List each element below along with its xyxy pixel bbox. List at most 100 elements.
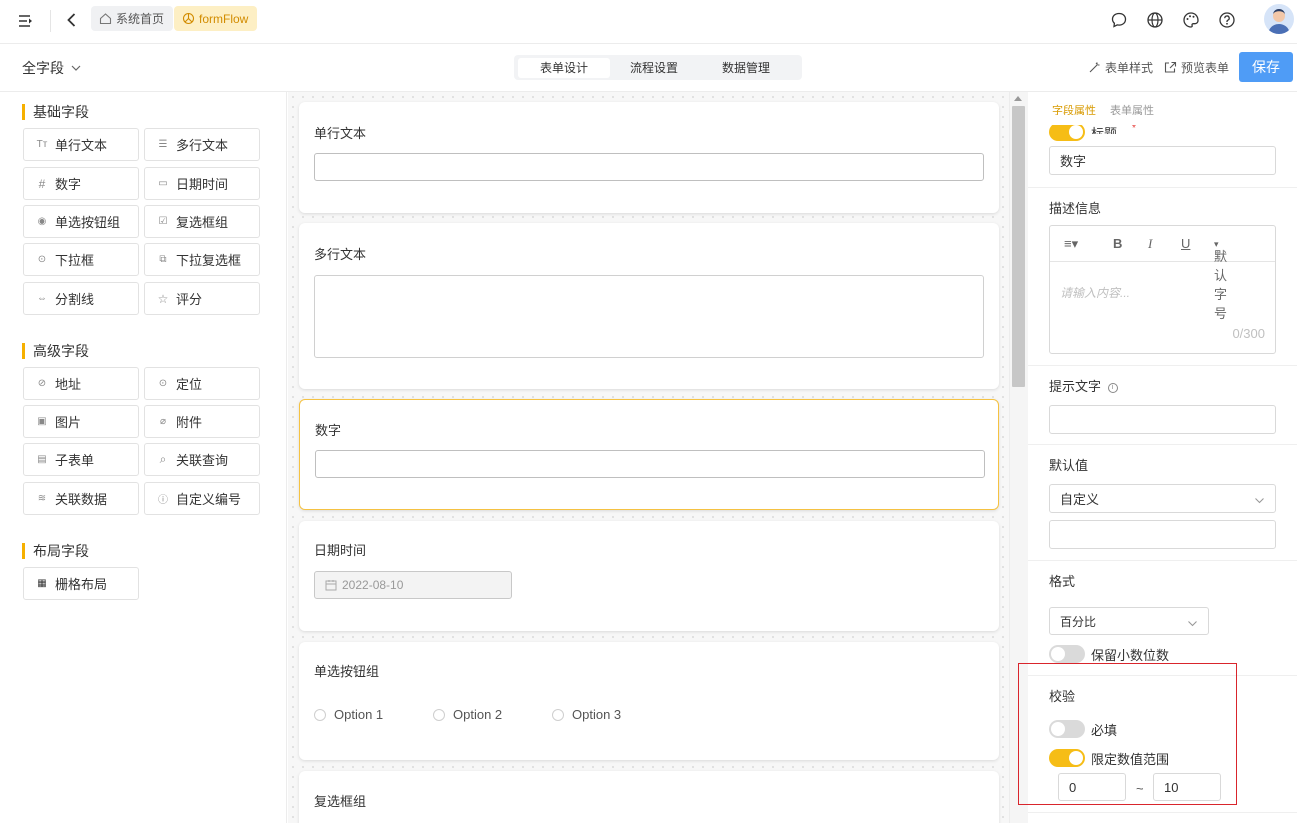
breadcrumb-home[interactable]: 系统首页 bbox=[91, 6, 174, 31]
field-grid-layout[interactable]: ▦ 栅格布局 bbox=[23, 567, 139, 600]
multi-line-textarea[interactable] bbox=[314, 275, 984, 358]
radio-circle bbox=[314, 708, 326, 721]
align-icon[interactable]: ≡▾ bbox=[1064, 236, 1078, 252]
multiline-icon: ☰ bbox=[158, 139, 168, 150]
card-label: 日期时间 bbox=[314, 543, 367, 558]
field-palette: 基础字段 Tт 单行文本 ☰ 多行文本 # 数字 ▭ 日期时间 ◉ 单选按钮组 ☑ 复选框组… bbox=[0, 92, 287, 823]
globe-icon[interactable] bbox=[1144, 9, 1166, 31]
field-label: 复选框组 bbox=[176, 215, 229, 230]
format-value: 百分比 bbox=[1060, 614, 1097, 629]
description-editor[interactable]: ≡▾ B I U 默认字号 ▾ 请输入内容... 0/300 bbox=[1049, 225, 1276, 354]
field-image[interactable]: ▣ 图片 bbox=[23, 405, 139, 438]
format-select[interactable]: 百分比 bbox=[1049, 607, 1209, 635]
save-button[interactable]: 保存 bbox=[1239, 52, 1293, 82]
single-line-input[interactable] bbox=[314, 153, 984, 181]
form-card-number-selected[interactable]: 数字 bbox=[299, 399, 999, 510]
help-icon[interactable] bbox=[1216, 9, 1238, 31]
field-multi-select[interactable]: ⧉ 下拉复选框 bbox=[144, 243, 260, 276]
tab-flow-settings[interactable]: 流程设置 bbox=[610, 58, 698, 78]
radio-option-2[interactable]: Option 2 bbox=[433, 707, 502, 722]
field-label: 数字 bbox=[55, 177, 82, 192]
field-multi-line-text[interactable]: ☰ 多行文本 bbox=[144, 128, 260, 161]
radio-option-3[interactable]: Option 3 bbox=[552, 707, 621, 722]
form-card-checkbox-group[interactable]: 复选框组 bbox=[299, 771, 999, 823]
field-select[interactable]: ⊙ 下拉框 bbox=[23, 243, 139, 276]
editor-toolbar: ≡▾ B I U 默认字号 ▾ bbox=[1050, 226, 1275, 321]
title-toggle[interactable] bbox=[1049, 123, 1085, 141]
card-label: 数字 bbox=[315, 423, 342, 438]
field-related-data[interactable]: ≋ 关联数据 bbox=[23, 482, 139, 515]
field-related-query[interactable]: ⌕ 关联查询 bbox=[144, 443, 260, 476]
decimal-toggle[interactable] bbox=[1049, 645, 1085, 663]
tab-data-management[interactable]: 数据管理 bbox=[698, 58, 794, 78]
field-datetime[interactable]: ▭ 日期时间 bbox=[144, 167, 260, 200]
back-icon[interactable] bbox=[63, 11, 81, 29]
chevron-down-icon bbox=[71, 65, 81, 71]
chat-icon[interactable] bbox=[1108, 9, 1130, 31]
default-mode-select[interactable]: 自定义 bbox=[1049, 484, 1276, 513]
radio-icon: ◉ bbox=[37, 216, 47, 227]
field-filter-select[interactable]: 全字段 bbox=[22, 58, 82, 78]
field-custom-number[interactable]: ⓘ 自定义编号 bbox=[144, 482, 260, 515]
card-label: 多行文本 bbox=[314, 247, 367, 262]
scrollbar-thumb[interactable] bbox=[1012, 106, 1025, 387]
field-radio-group[interactable]: ◉ 单选按钮组 bbox=[23, 205, 139, 238]
radio-option-1[interactable]: Option 1 bbox=[314, 707, 383, 722]
info-icon[interactable]: i bbox=[1107, 382, 1118, 393]
breadcrumb-home-label: 系统首页 bbox=[116, 12, 165, 26]
field-label: 评分 bbox=[176, 292, 203, 307]
field-address[interactable]: ⊘ 地址 bbox=[23, 367, 139, 400]
preview-form-button[interactable]: 预览表单 bbox=[1164, 59, 1229, 76]
field-sub-form[interactable]: ▤ 子表单 bbox=[23, 443, 139, 476]
field-location[interactable]: ⊙ 定位 bbox=[144, 367, 260, 400]
description-title: 描述信息 bbox=[1049, 201, 1102, 216]
tab-form-design[interactable]: 表单设计 bbox=[518, 57, 610, 78]
field-label: 单行文本 bbox=[55, 138, 108, 153]
toggle-knob bbox=[1051, 647, 1065, 661]
form-canvas[interactable]: 单行文本 多行文本 数字 日期时间 2022-08-10 单选按钮组 Optio… bbox=[288, 92, 1009, 823]
underline-icon[interactable]: U bbox=[1181, 236, 1190, 251]
bold-icon[interactable]: B bbox=[1113, 236, 1122, 251]
avatar[interactable] bbox=[1264, 4, 1294, 34]
basic-fields-title: 基础字段 bbox=[22, 104, 89, 120]
date-picker[interactable]: 2022-08-10 bbox=[314, 571, 512, 599]
scroll-mask bbox=[1028, 115, 1297, 125]
compass-icon: ⊘ bbox=[37, 378, 47, 389]
form-card-single-line[interactable]: 单行文本 bbox=[299, 102, 999, 213]
magic-wand-icon bbox=[1089, 62, 1100, 73]
field-attachment[interactable]: ⌀ 附件 bbox=[144, 405, 260, 438]
field-label: 附件 bbox=[176, 415, 203, 430]
field-rating[interactable]: ☆ 评分 bbox=[144, 282, 260, 315]
image-icon: ▣ bbox=[37, 416, 47, 427]
italic-icon[interactable]: I bbox=[1148, 236, 1152, 252]
form-style-button[interactable]: 表单样式 bbox=[1088, 59, 1153, 76]
multi-dropdown-icon: ⧉ bbox=[159, 254, 167, 265]
field-filter-label: 全字段 bbox=[22, 60, 64, 76]
hint-input[interactable] bbox=[1049, 405, 1276, 434]
field-label: 子表单 bbox=[55, 453, 95, 468]
form-card-multi-line[interactable]: 多行文本 bbox=[299, 223, 999, 389]
field-label: 下拉框 bbox=[55, 253, 95, 268]
menu-toggle-icon[interactable] bbox=[17, 12, 35, 30]
field-label: 地址 bbox=[55, 377, 82, 392]
dropdown-icon: ⊙ bbox=[37, 254, 47, 265]
form-card-datetime[interactable]: 日期时间 2022-08-10 bbox=[299, 521, 999, 631]
scroll-up-arrow-icon[interactable] bbox=[1014, 96, 1022, 101]
field-checkbox-group[interactable]: ☑ 复选框组 bbox=[144, 205, 260, 238]
design-tabs: 表单设计 流程设置 数据管理 bbox=[514, 55, 802, 80]
field-divider[interactable]: ⇔ 分割线 bbox=[23, 282, 139, 315]
external-link-icon bbox=[1164, 61, 1177, 73]
breadcrumb-formflow[interactable]: formFlow bbox=[174, 6, 258, 31]
title-input[interactable]: 数字 bbox=[1049, 146, 1276, 175]
field-number[interactable]: # 数字 bbox=[23, 167, 139, 200]
format-title: 格式 bbox=[1049, 574, 1076, 589]
info-icon: ⓘ bbox=[158, 495, 168, 506]
form-card-radio-group[interactable]: 单选按钮组 Option 1 Option 2 Option 3 bbox=[299, 642, 999, 760]
radio-label: Option 3 bbox=[572, 707, 622, 722]
field-single-line-text[interactable]: Tт 单行文本 bbox=[23, 128, 139, 161]
font-size-select[interactable]: 默认字号 ▾ bbox=[1214, 236, 1227, 321]
advanced-fields-title: 高级字段 bbox=[22, 343, 89, 359]
default-value-input[interactable] bbox=[1049, 520, 1276, 549]
palette-icon[interactable] bbox=[1180, 9, 1202, 31]
number-input[interactable] bbox=[315, 450, 985, 478]
